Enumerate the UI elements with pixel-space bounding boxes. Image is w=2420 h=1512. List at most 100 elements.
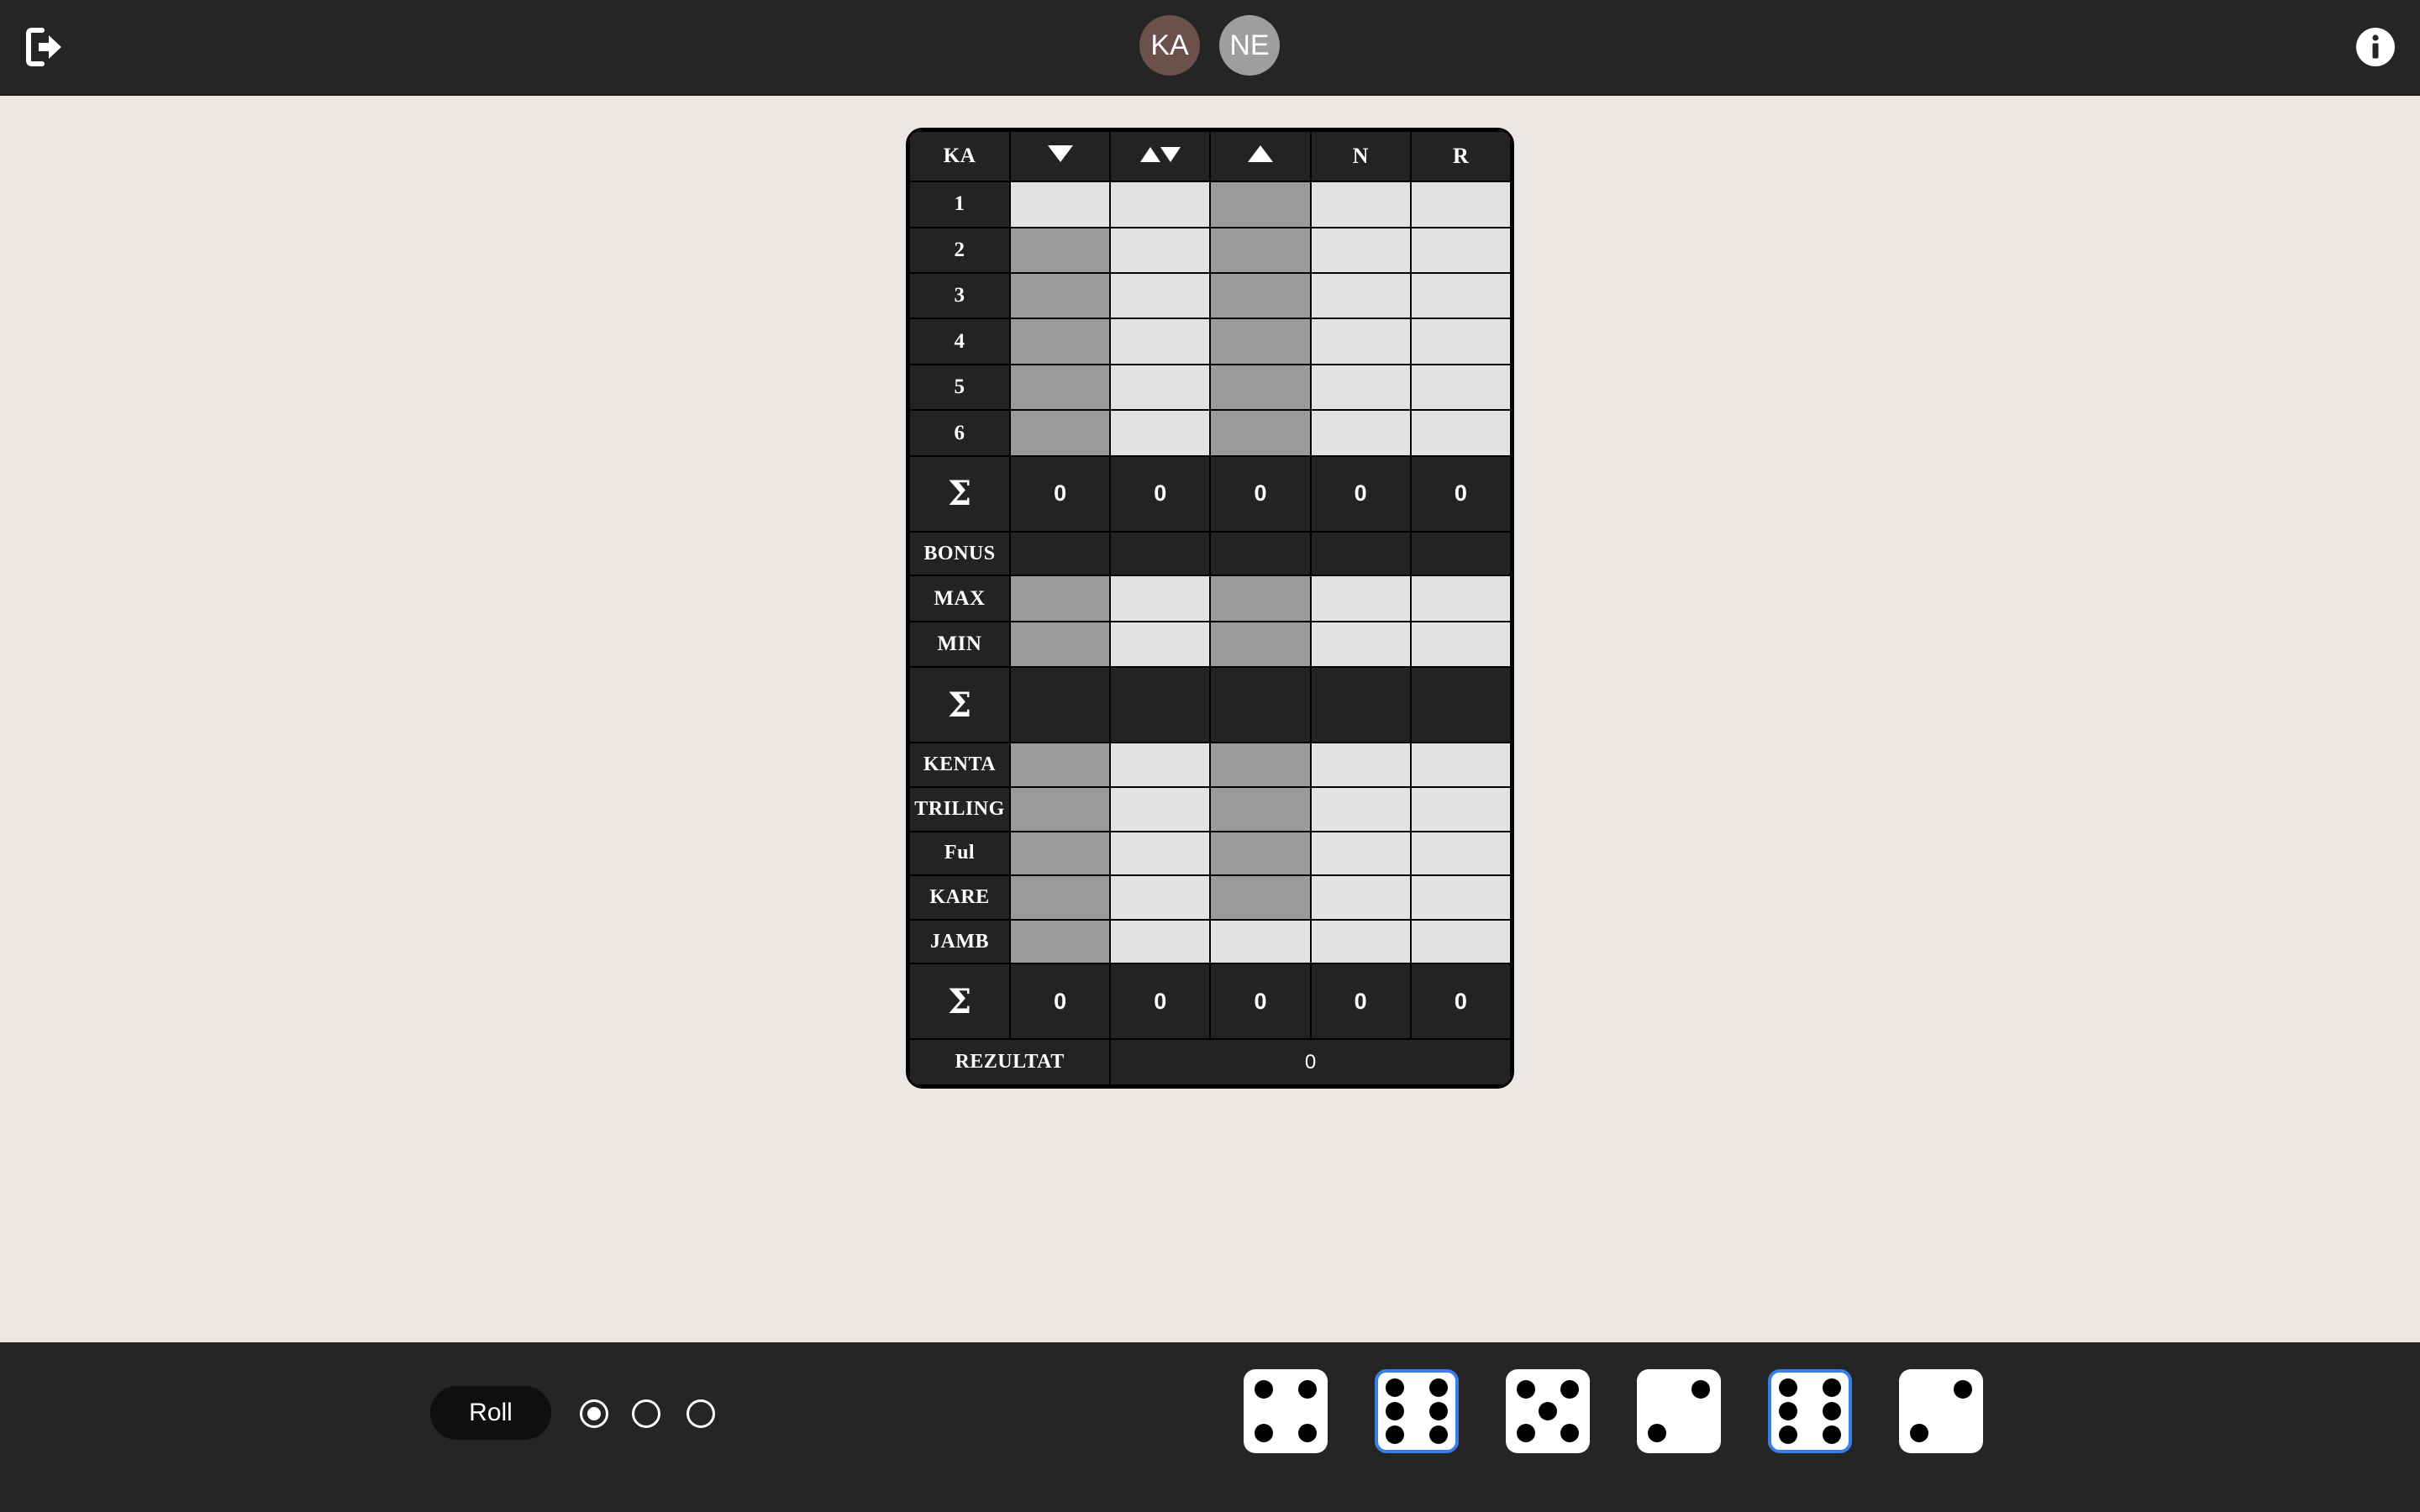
upper-sum-row: Σ00000 <box>910 456 1510 531</box>
bottom-bar: Roll <box>0 1342 2420 1512</box>
die-pip <box>1691 1380 1710 1399</box>
score-cell-4-4[interactable] <box>1311 319 1410 364</box>
score-cell-1-4[interactable] <box>1311 182 1410 227</box>
upper-sum-row-value-2: 0 <box>1111 456 1210 531</box>
die-2[interactable] <box>1375 1369 1459 1453</box>
die-1[interactable] <box>1244 1369 1328 1453</box>
score-cell-min-4[interactable] <box>1311 622 1410 667</box>
score-cell-jamb-4[interactable] <box>1311 920 1410 963</box>
column-header-up <box>1211 132 1310 181</box>
bonus-cell-5 <box>1411 532 1510 575</box>
die-pip <box>1779 1378 1797 1397</box>
score-cell-6-1 <box>1011 411 1110 455</box>
score-cell-1-5[interactable] <box>1411 182 1510 227</box>
row-triling: TRILING <box>910 787 1510 831</box>
score-cell-1-2[interactable] <box>1111 182 1210 227</box>
score-sheet: KA N R 1 2 3 4 5 6 Σ 0 0 0 0 0 BONUS MAX MIN Σ KENTA TRIL… <box>906 128 1514 1089</box>
upper-sum-row-value-5: 0 <box>1411 456 1510 531</box>
score-cell-jamb-2[interactable] <box>1111 920 1210 963</box>
row-4: 4 <box>910 319 1510 364</box>
score-cell-3-2[interactable] <box>1111 273 1210 318</box>
row-label-max: MAX <box>910 576 1009 621</box>
score-cell-6-2[interactable] <box>1111 411 1210 455</box>
lower-sum-row-value-2: 0 <box>1111 964 1210 1039</box>
score-cell-3-4[interactable] <box>1311 273 1410 318</box>
row-kare: KARE <box>910 876 1510 919</box>
score-cell-kenta-2[interactable] <box>1111 743 1210 786</box>
column-header-down <box>1011 132 1110 181</box>
score-cell-5-3 <box>1211 365 1310 410</box>
exit-icon[interactable] <box>24 25 66 69</box>
row-2: 2 <box>910 228 1510 272</box>
middle-sum-row: Σ <box>910 668 1510 743</box>
score-cell-ful-2[interactable] <box>1111 832 1210 875</box>
score-cell-max-2[interactable] <box>1111 576 1210 621</box>
score-cell-kenta-4[interactable] <box>1311 743 1410 786</box>
roll-indicator-1 <box>580 1399 608 1428</box>
die-pip <box>1429 1425 1448 1444</box>
die-pip <box>1386 1402 1404 1420</box>
row-jamb: JAMB <box>910 920 1510 963</box>
score-cell-min-5[interactable] <box>1411 622 1510 667</box>
roll-button[interactable]: Roll <box>430 1386 551 1440</box>
score-cell-3-5[interactable] <box>1411 273 1510 318</box>
score-cell-min-2[interactable] <box>1111 622 1210 667</box>
row-label-1: 1 <box>910 182 1009 227</box>
score-cell-6-5[interactable] <box>1411 411 1510 455</box>
die-5[interactable] <box>1768 1369 1852 1453</box>
score-cell-kare-2[interactable] <box>1111 876 1210 919</box>
die-pip <box>1386 1425 1404 1444</box>
player-avatar-ka[interactable]: KA <box>1139 15 1200 76</box>
score-cell-3-1 <box>1011 273 1110 318</box>
score-cell-kenta-5[interactable] <box>1411 743 1510 786</box>
score-cell-jamb-3[interactable] <box>1211 920 1310 963</box>
upper-sum-row-value-3: 0 <box>1211 456 1310 531</box>
score-cell-4-1 <box>1011 319 1110 364</box>
die-3[interactable] <box>1506 1369 1590 1453</box>
middle-sum-row-label: Σ <box>910 668 1009 743</box>
die-4[interactable] <box>1637 1369 1721 1453</box>
score-cell-kare-1 <box>1011 876 1110 919</box>
lower-sum-row-value-1: 0 <box>1011 964 1110 1039</box>
score-cell-kenta-1 <box>1011 743 1110 786</box>
column-header-n: N <box>1311 132 1410 181</box>
score-cell-triling-4[interactable] <box>1311 787 1410 831</box>
info-icon[interactable] <box>2355 27 2396 67</box>
die-pip <box>1779 1425 1797 1444</box>
score-cell-ful-5[interactable] <box>1411 832 1510 875</box>
roll-indicator-3 <box>687 1399 715 1428</box>
score-cell-max-5[interactable] <box>1411 576 1510 621</box>
score-cell-1-3 <box>1211 182 1310 227</box>
lower-sum-row-label: Σ <box>910 964 1009 1039</box>
score-cell-5-5[interactable] <box>1411 365 1510 410</box>
player-avatar-ne[interactable]: NE <box>1219 15 1280 76</box>
score-cell-min-3 <box>1211 622 1310 667</box>
score-cell-5-2[interactable] <box>1111 365 1210 410</box>
row-label-triling: TRILING <box>910 787 1009 831</box>
row-label-4: 4 <box>910 319 1009 364</box>
die-6[interactable] <box>1899 1369 1983 1453</box>
score-cell-5-4[interactable] <box>1311 365 1410 410</box>
score-cell-max-4[interactable] <box>1311 576 1410 621</box>
lower-sum-row-value-3: 0 <box>1211 964 1310 1039</box>
score-cell-ful-3 <box>1211 832 1310 875</box>
score-cell-2-4[interactable] <box>1311 228 1410 272</box>
score-cell-4-5[interactable] <box>1411 319 1510 364</box>
score-cell-6-4[interactable] <box>1311 411 1410 455</box>
score-cell-triling-5[interactable] <box>1411 787 1510 831</box>
score-table: KA N R 1 2 3 4 5 6 Σ 0 0 0 0 0 BONUS MAX MIN Σ KENTA TRIL… <box>908 130 1512 1086</box>
score-cell-kare-4[interactable] <box>1311 876 1410 919</box>
row-min: MIN <box>910 622 1510 667</box>
row-1: 1 <box>910 182 1510 227</box>
score-cell-jamb-5[interactable] <box>1411 920 1510 963</box>
die-pip <box>1429 1378 1448 1397</box>
score-cell-4-2[interactable] <box>1111 319 1210 364</box>
row-label-ful: Ful <box>910 832 1009 875</box>
score-cell-2-5[interactable] <box>1411 228 1510 272</box>
bonus-label: BONUS <box>910 532 1009 575</box>
score-cell-kare-5[interactable] <box>1411 876 1510 919</box>
score-cell-triling-2[interactable] <box>1111 787 1210 831</box>
score-cell-ful-4[interactable] <box>1311 832 1410 875</box>
score-cell-2-2[interactable] <box>1111 228 1210 272</box>
score-cell-1-1[interactable] <box>1011 182 1110 227</box>
